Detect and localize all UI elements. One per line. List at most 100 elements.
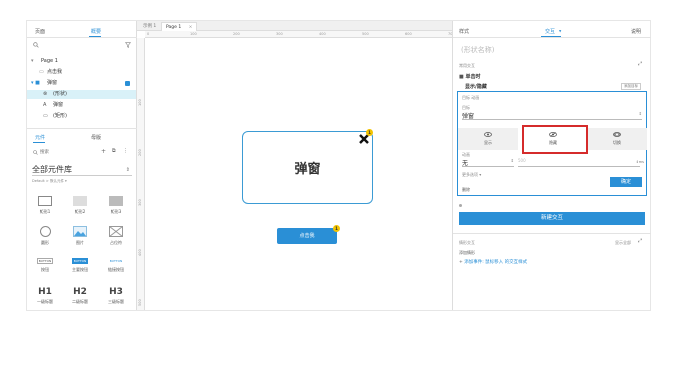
interaction-config-panel: 目标 动画 目标 弹窗 ⇕ 显示 隐藏 切换 动画 无 ⇕ 500 ⇕ms 更多… — [457, 91, 647, 196]
ruler-tick-label: 300 — [138, 199, 142, 206]
library-select[interactable]: 全部元件库 ⇕ — [32, 164, 132, 176]
image-icon — [73, 226, 87, 237]
widget-h3[interactable]: H3 三级标题 — [101, 287, 131, 305]
widget-placeholder[interactable]: 占位符 — [101, 226, 131, 246]
widget-search-input[interactable] — [40, 148, 90, 156]
cases-note: 添加情形 — [459, 250, 475, 255]
left-tabs: 页面 概要 — [27, 25, 137, 37]
widget-rect2[interactable]: 矩形2 — [65, 196, 95, 215]
add-point-icon[interactable] — [459, 204, 462, 207]
cases-label: 情形交互 — [459, 240, 475, 245]
eye-toggle-icon — [613, 132, 621, 137]
delete-link[interactable]: 删除 — [462, 187, 470, 193]
add-icon[interactable]: + — [101, 148, 106, 155]
search-icon[interactable] — [33, 42, 39, 48]
expand-icon[interactable]: ⤢ — [638, 61, 642, 67]
interaction-badge: 1 — [366, 129, 373, 136]
close-icon[interactable]: × — [189, 25, 193, 30]
action-label[interactable]: 显示/隐藏 — [465, 83, 487, 90]
button-icon: BUTTON — [37, 258, 53, 264]
widget-h1[interactable]: H1 一级标题 — [30, 287, 60, 305]
show-all-link[interactable]: 显示全部 — [615, 240, 631, 246]
widget-search-row: + ⧉ ⋮ — [33, 148, 133, 157]
option-toggle[interactable]: 切换 — [587, 128, 647, 150]
add-hover-style-link[interactable]: + 添加事件: 鼠标移入 的交互样式 — [459, 259, 527, 265]
divider — [27, 128, 137, 129]
shape-name-field[interactable]: (形状名称) — [461, 45, 494, 55]
widget-primary-button[interactable]: BUTTON 主要按钮 — [65, 258, 95, 273]
text-icon: A — [43, 102, 47, 108]
left-panel: 页面 概要 ▾ Page 1 ▭ 点击我 ▾ ■ 弹窗 ⊗ (形状) A 弹窗 … — [27, 21, 137, 310]
divider — [27, 37, 137, 38]
placeholder-icon — [109, 226, 123, 237]
animation-select[interactable]: 无 ⇕ — [462, 158, 514, 167]
tab-style[interactable]: 样式 — [459, 28, 469, 35]
more-icon[interactable]: ⋮ — [123, 148, 128, 154]
new-interaction-button[interactable]: 新建交互 — [459, 212, 645, 225]
ruler-tick-label: 100 — [138, 99, 142, 106]
widget-h2[interactable]: H2 二级标题 — [65, 287, 95, 305]
interaction-badge: 1 — [333, 225, 340, 232]
popup-dynamic-panel[interactable]: 弹窗 1 — [242, 129, 373, 204]
search-icon — [33, 150, 38, 155]
shape-icon: ⊗ — [43, 91, 48, 97]
doc-tab-page1[interactable]: Page 1 × — [161, 22, 198, 31]
ruler-tick-label: 600 — [405, 32, 412, 36]
tab-interactions[interactable]: 交互 — [545, 28, 555, 35]
filter-icon[interactable] — [125, 42, 131, 48]
expand-icon[interactable]: ⤢ — [638, 238, 642, 244]
highlight-annotation — [522, 125, 588, 154]
widget-link-button[interactable]: BUTTON 链接按钮 — [101, 258, 131, 273]
event-row[interactable]: ■ 单击时 — [459, 73, 480, 80]
h2-icon: H2 — [73, 287, 87, 297]
widget-rect1[interactable]: 矩形1 — [30, 196, 60, 215]
outline-item-button[interactable]: ▭ 点击我 — [27, 68, 136, 77]
app-window: 页面 概要 ▾ Page 1 ▭ 点击我 ▾ ■ 弹窗 ⊗ (形状) A 弹窗 … — [26, 20, 651, 311]
outline-search-row — [33, 40, 133, 49]
tab-notes[interactable]: 说明 — [631, 28, 641, 35]
outline-item-dynamic-panel[interactable]: ▾ ■ 弹窗 — [27, 79, 136, 88]
divider — [453, 37, 651, 38]
visibility-icon[interactable] — [125, 81, 130, 86]
config-header: 目标 动画 — [462, 95, 480, 100]
click-me-button[interactable]: 点击我 1 — [277, 225, 340, 244]
tab-outline[interactable]: 概要 — [91, 28, 101, 35]
ruler-tick-label: 500 — [138, 299, 142, 306]
folder-icon: ▾ ■ — [31, 80, 40, 86]
outline-item-rect[interactable]: ▭ (矩形) — [27, 112, 136, 121]
outline-item-page[interactable]: ▾ Page 1 — [27, 57, 136, 66]
doc-tab-example[interactable]: 示例 1 — [139, 22, 160, 31]
page-icon: ▾ — [31, 58, 34, 64]
tab-masters[interactable]: 母版 — [91, 134, 101, 141]
library-subfilter[interactable]: Default > 默认元件 ▾ — [32, 179, 67, 184]
circle-icon — [39, 226, 51, 237]
ruler-tick-label: 300 — [276, 32, 283, 36]
outline-item-shape[interactable]: ⊗ (形状) — [27, 90, 136, 99]
target-select[interactable]: 弹窗 ⇕ — [462, 111, 642, 120]
canvas-area[interactable]: 示例 1 Page 1 × 01002003004005006007008009… — [137, 21, 541, 310]
tab-widgets[interactable]: 元件 — [35, 134, 45, 141]
ruler-tick-label: 400 — [319, 32, 326, 36]
chevron-down-icon: ▼ — [559, 29, 562, 33]
vertical-ruler: 100 200 300 400 500 — [137, 38, 145, 310]
widget-rect3[interactable]: 矩形3 — [101, 196, 131, 215]
outline-item-text[interactable]: A 弹窗 — [27, 101, 136, 110]
widget-image[interactable]: 图片 — [65, 226, 95, 246]
ruler-tick-label: 400 — [138, 249, 142, 256]
ruler-tick-label: 200 — [138, 149, 142, 156]
option-show[interactable]: 显示 — [458, 128, 518, 150]
widget-circle[interactable]: 圆形 — [30, 226, 60, 246]
right-panel: 样式 交互 ▼ 说明 (形状名称) 常用交互 ⤢ ■ 单击时 显示/隐藏 添加目… — [452, 21, 651, 310]
button-icon: ▭ — [39, 69, 44, 75]
more-options-link[interactable]: 更多选项 ▾ — [462, 172, 481, 178]
ruler-tick-label: 0 — [147, 32, 150, 36]
animation-duration-input[interactable]: 500 — [518, 158, 640, 167]
section-label: 常用交互 — [459, 63, 475, 68]
widget-button[interactable]: BUTTON 按钮 — [30, 258, 60, 273]
import-icon[interactable]: ⧉ — [112, 148, 116, 154]
tab-pages[interactable]: 页面 — [35, 28, 45, 35]
action-tag[interactable]: 添加目标 — [621, 83, 641, 90]
divider — [453, 233, 651, 234]
confirm-button[interactable]: 确定 — [610, 177, 642, 187]
h1-icon: H1 — [38, 287, 52, 297]
